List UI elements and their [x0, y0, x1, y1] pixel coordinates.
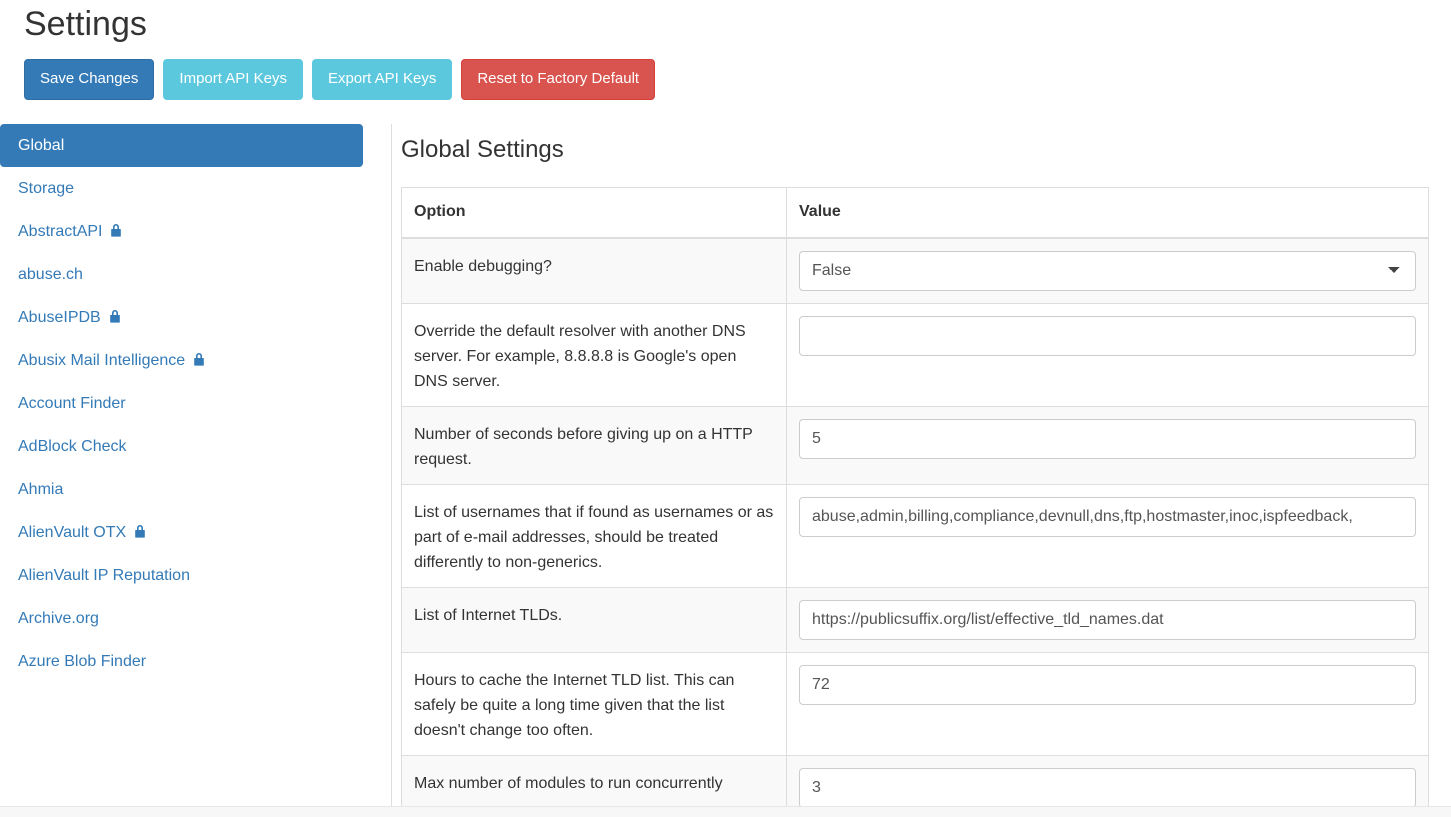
table-header-row: Option Value: [401, 187, 1429, 239]
sidebar-item-label: AbstractAPI: [18, 223, 103, 240]
export-api-keys-button[interactable]: Export API Keys: [311, 59, 453, 100]
column-header-value: Value: [786, 187, 1429, 239]
option-cell: Number of seconds before giving up on a …: [401, 406, 787, 485]
toolbar: Save Changes Import API Keys Export API Ke…: [24, 59, 656, 100]
sidebar-item-label: AbuseIPDB: [18, 309, 101, 326]
option-label: List of usernames that if found as usern…: [414, 504, 774, 571]
option-cell: List of Internet TLDs.: [401, 587, 787, 653]
sidebar-item-label: Account Finder: [18, 395, 126, 412]
table-row: Hours to cache the Internet TLD list. Th…: [401, 652, 1429, 756]
list-item: AlienVault IP Reputation: [0, 554, 363, 597]
option-cell: Max number of modules to run concurrentl…: [401, 755, 787, 806]
list-item: Storage: [0, 167, 363, 210]
option-cell: Enable debugging?: [401, 237, 787, 304]
table-row: List of usernames that if found as usern…: [401, 484, 1429, 588]
setting-input[interactable]: [799, 768, 1416, 806]
value-cell: [786, 484, 1429, 588]
sidebar-item-label: Ahmia: [18, 481, 64, 498]
sidebar-item-abusix-mail-intelligence[interactable]: Abusix Mail Intelligence: [0, 339, 363, 382]
save-changes-button[interactable]: Save Changes: [24, 59, 155, 100]
setting-input[interactable]: [799, 419, 1416, 459]
content-area: Global Storage AbstractAPI abuse.ch AbuseIPD…: [0, 124, 1451, 806]
list-item: AbstractAPI: [0, 210, 363, 253]
sidebar-item-abuseipdb[interactable]: AbuseIPDB: [0, 296, 363, 339]
sidebar-item-label: Azure Blob Finder: [18, 653, 147, 670]
settings-table: Option Value Enable debugging? FalseTrue O…: [401, 187, 1429, 806]
setting-input[interactable]: [799, 665, 1416, 705]
sidebar-item-label: Abusix Mail Intelligence: [18, 352, 186, 369]
list-item: Global: [0, 124, 363, 167]
sidebar-item-label: abuse.ch: [18, 266, 83, 283]
value-cell: [786, 755, 1429, 806]
sidebar-item-storage[interactable]: Storage: [0, 167, 363, 210]
sidebar-item-label: AdBlock Check: [18, 438, 127, 455]
list-item: Archive.org: [0, 597, 363, 640]
lock-icon: [192, 352, 206, 367]
sidebar-item-label: AlienVault IP Reputation: [18, 567, 190, 584]
setting-input[interactable]: [799, 600, 1416, 640]
list-item: abuse.ch: [0, 253, 363, 296]
setting-input[interactable]: [799, 497, 1416, 537]
value-cell: [786, 303, 1429, 407]
settings-page: Settings Save Changes Import API Keys Expo…: [0, 0, 1451, 817]
sidebar-item-alienvault-ip-reputation[interactable]: AlienVault IP Reputation: [0, 554, 363, 597]
lock-icon: [109, 223, 123, 238]
list-item: Ahmia: [0, 468, 363, 511]
sidebar-item-account-finder[interactable]: Account Finder: [0, 382, 363, 425]
table-row: Enable debugging? FalseTrue: [401, 237, 1429, 304]
list-item: Account Finder: [0, 382, 363, 425]
setting-select[interactable]: FalseTrue: [799, 251, 1416, 291]
sidebar-item-abuse-ch[interactable]: abuse.ch: [0, 253, 363, 296]
bottom-strip: [0, 806, 1451, 817]
sidebar-nav-list: Global Storage AbstractAPI abuse.ch AbuseIPD…: [0, 124, 363, 683]
sidebar-item-adblock-check[interactable]: AdBlock Check: [0, 425, 363, 468]
option-cell: Override the default resolver with anoth…: [401, 303, 787, 407]
table-row: Number of seconds before giving up on a …: [401, 406, 1429, 485]
import-api-keys-button[interactable]: Import API Keys: [163, 59, 303, 100]
lock-icon: [133, 524, 147, 539]
table-row: Override the default resolver with anoth…: [401, 303, 1429, 407]
setting-input[interactable]: [799, 316, 1416, 356]
list-item: AlienVault OTX: [0, 511, 363, 554]
sidebar-item-label: AlienVault OTX: [18, 524, 127, 541]
list-item: Abusix Mail Intelligence: [0, 339, 363, 382]
list-item: AdBlock Check: [0, 425, 363, 468]
lock-icon: [108, 309, 122, 324]
table-row: Max number of modules to run concurrentl…: [401, 755, 1429, 806]
list-item: AbuseIPDB: [0, 296, 363, 339]
sidebar-item-azure-blob-finder[interactable]: Azure Blob Finder: [0, 640, 363, 683]
table-body: Enable debugging? FalseTrue Override the d…: [401, 237, 1429, 806]
sidebar-item-archive-org[interactable]: Archive.org: [0, 597, 363, 640]
sidebar-item-global[interactable]: Global: [0, 124, 363, 167]
sidebar[interactable]: Global Storage AbstractAPI abuse.ch AbuseIPD…: [0, 124, 392, 806]
value-cell: [786, 406, 1429, 485]
option-label: Max number of modules to run concurrentl…: [414, 775, 723, 792]
option-label: Enable debugging?: [414, 258, 552, 275]
option-label: Hours to cache the Internet TLD list. Th…: [414, 672, 735, 739]
table-head: Option Value: [401, 187, 1429, 239]
value-cell: [786, 652, 1429, 756]
table-row: List of Internet TLDs.: [401, 587, 1429, 653]
option-cell: List of usernames that if found as usern…: [401, 484, 787, 588]
option-cell: Hours to cache the Internet TLD list. Th…: [401, 652, 787, 756]
sidebar-item-label: Global: [18, 137, 65, 154]
reset-to-factory-default-button[interactable]: Reset to Factory Default: [461, 59, 656, 100]
sidebar-item-ahmia[interactable]: Ahmia: [0, 468, 363, 511]
column-header-option: Option: [401, 187, 787, 239]
value-cell: [786, 587, 1429, 653]
option-label: Number of seconds before giving up on a …: [414, 426, 753, 468]
list-item: Azure Blob Finder: [0, 640, 363, 683]
value-cell: FalseTrue: [786, 237, 1429, 304]
section-title: Global Settings: [401, 136, 564, 163]
main-panel: Global Settings Option Value Enable debu…: [393, 124, 1451, 806]
sidebar-item-abstractapi[interactable]: AbstractAPI: [0, 210, 363, 253]
option-label: List of Internet TLDs.: [414, 607, 563, 624]
option-label: Override the default resolver with anoth…: [414, 323, 746, 390]
page-title: Settings: [24, 5, 147, 43]
sidebar-item-alienvault-otx[interactable]: AlienVault OTX: [0, 511, 363, 554]
sidebar-item-label: Archive.org: [18, 610, 99, 627]
sidebar-item-label: Storage: [18, 180, 75, 197]
